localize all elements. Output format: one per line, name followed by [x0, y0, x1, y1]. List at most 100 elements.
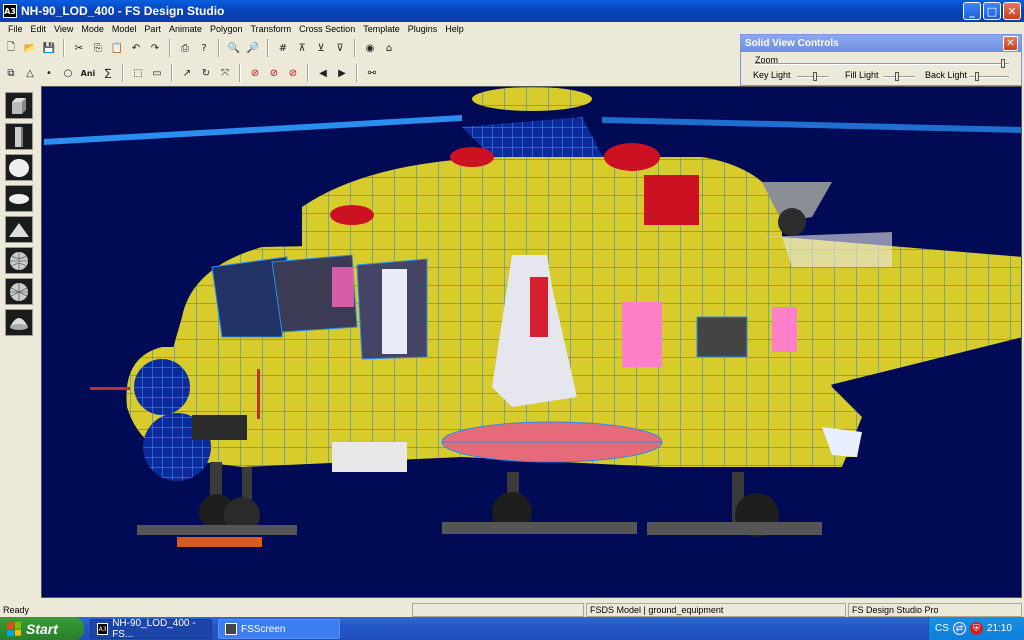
maximize-button[interactable]: □ [983, 2, 1001, 20]
toolbar-separator [267, 39, 269, 57]
menu-view[interactable]: View [50, 24, 77, 34]
taskbar-item-fsscreen[interactable]: FSScreen [218, 619, 340, 639]
key-light-slider-thumb[interactable] [813, 72, 817, 81]
no-select-icon[interactable]: ⊘ [246, 64, 264, 82]
start-label: Start [26, 620, 58, 637]
axis-z-icon[interactable]: ⊽ [331, 39, 349, 57]
language-indicator[interactable]: CS [935, 623, 949, 634]
fill-light-label: Fill Light [845, 70, 879, 80]
zoom-slider-thumb[interactable] [1001, 59, 1005, 68]
ruler-icon[interactable]: ▭ [148, 64, 166, 82]
cube-icon[interactable] [5, 92, 33, 119]
toolbar-separator [239, 64, 241, 82]
helicopter-model [44, 87, 1021, 547]
ellipsoid-icon[interactable] [5, 185, 33, 212]
toolbar-separator [354, 39, 356, 57]
menu-template[interactable]: Template [359, 24, 404, 34]
fill-light-slider-thumb[interactable] [895, 72, 899, 81]
copy-icon[interactable]: ⎘ [89, 39, 107, 57]
windows-taskbar: Start A3 NH-90_LOD_400 - FS... FSScreen … [0, 617, 1024, 640]
box-tall-icon[interactable] [5, 123, 33, 150]
fsds-app-icon: A3 [97, 623, 109, 635]
toolbar-separator [356, 64, 358, 82]
menu-transform[interactable]: Transform [247, 24, 296, 34]
no-part-icon[interactable]: ⊘ [284, 64, 302, 82]
menu-part[interactable]: Part [140, 24, 165, 34]
toolbar-separator [122, 64, 124, 82]
back-light-slider[interactable] [969, 72, 1009, 81]
key-light-slider[interactable] [797, 72, 829, 81]
minimize-button[interactable]: _ [963, 2, 981, 20]
open-folder-icon[interactable]: 📂 [21, 39, 39, 57]
sphere-icon[interactable] [5, 154, 33, 181]
cut-icon[interactable]: ✂ [70, 39, 88, 57]
toolbar-separator [218, 39, 220, 57]
taskbar-item-fsds[interactable]: A3 NH-90_LOD_400 - FS... [90, 618, 212, 640]
taskbar-item-label: NH-90_LOD_400 - FS... [112, 618, 196, 640]
menu-model[interactable]: Model [108, 24, 141, 34]
rotor-hub [472, 87, 592, 111]
menu-mode[interactable]: Mode [77, 24, 108, 34]
toolbar-separator [169, 39, 171, 57]
animation-button[interactable]: Ani [78, 64, 98, 82]
tow-bar [177, 537, 262, 547]
menu-plugins[interactable]: Plugins [404, 24, 442, 34]
menu-edit[interactable]: Edit [27, 24, 51, 34]
menu-polygon[interactable]: Polygon [206, 24, 247, 34]
geosphere-icon[interactable] [5, 247, 33, 274]
nose-radome [134, 359, 190, 415]
binoculars-icon[interactable]: ⚯ [363, 64, 381, 82]
start-button[interactable]: Start [0, 617, 84, 640]
zoom-in-icon[interactable]: 🔍 [225, 39, 243, 57]
scale-icon[interactable]: ⤧ [216, 64, 234, 82]
redo-icon[interactable]: ↷ [146, 39, 164, 57]
primitives-toolbar [0, 88, 38, 596]
system-tray: CS ⇄ ⛨ 21:10 [928, 617, 1024, 640]
previous-icon[interactable]: ◀ [314, 64, 332, 82]
axis-x-icon[interactable]: ⊼ [293, 39, 311, 57]
menu-help[interactable]: Help [441, 24, 468, 34]
copy-frame-icon[interactable]: ⧉ [2, 64, 20, 82]
security-shield-icon[interactable]: ⛨ [969, 622, 983, 635]
panel-close-button[interactable]: ✕ [1003, 36, 1018, 51]
no-polygon-icon[interactable]: ⊘ [265, 64, 283, 82]
hemisphere-icon[interactable] [5, 309, 33, 336]
close-button[interactable]: ✕ [1003, 2, 1021, 20]
rotate-icon[interactable]: ↻ [197, 64, 215, 82]
save-icon[interactable]: 💾 [40, 39, 58, 57]
move-icon[interactable]: ↗ [178, 64, 196, 82]
triangle-icon[interactable]: △ [21, 64, 39, 82]
undo-icon[interactable]: ↶ [127, 39, 145, 57]
menu-file[interactable]: File [4, 24, 27, 34]
key-light-label: Key Light [753, 70, 791, 80]
view-eye-icon[interactable]: ◉ [361, 39, 379, 57]
cone-icon[interactable] [5, 216, 33, 243]
zoom-out-icon[interactable]: 🔎 [244, 39, 262, 57]
solid-view-controls-panel: Solid View Controls ✕ Zoom Key Light Fil… [740, 34, 1022, 86]
taskbar-item-label: FSScreen [241, 623, 286, 635]
back-light-slider-thumb[interactable] [975, 72, 979, 81]
print-icon[interactable]: ⎙ [176, 39, 194, 57]
menu-animate[interactable]: Animate [165, 24, 206, 34]
help-icon[interactable]: ? [195, 39, 213, 57]
menu-cross-section[interactable]: Cross Section [295, 24, 359, 34]
fill-light-slider[interactable] [883, 72, 915, 81]
3d-viewport[interactable] [41, 86, 1022, 598]
circle-icon[interactable]: ○ [59, 64, 77, 82]
home-view-icon[interactable]: ⌂ [380, 39, 398, 57]
point-icon[interactable]: • [40, 64, 58, 82]
status-bar: Ready FSDS Model | ground_equipment FS D… [0, 602, 1024, 617]
axis-y-icon[interactable]: ⊻ [312, 39, 330, 57]
zoom-slider[interactable] [755, 59, 1009, 68]
back-light-label: Back Light [925, 70, 968, 80]
next-icon[interactable]: ▶ [333, 64, 351, 82]
grid-icon[interactable]: # [274, 39, 292, 57]
new-file-icon[interactable]: 🗋 [2, 39, 20, 57]
select-box-icon[interactable]: ⬚ [129, 64, 147, 82]
edit-toolbar: ⧉ △ • ○ Ani ∑ ⬚ ▭ ↗ ↻ ⤧ ⊘ ⊘ ⊘ ◀ ▶ ⚯ [2, 62, 381, 84]
geosphere-fine-icon[interactable] [5, 278, 33, 305]
paste-icon[interactable]: 📋 [108, 39, 126, 57]
network-icon[interactable]: ⇄ [952, 622, 966, 635]
sum-icon[interactable]: ∑ [99, 64, 117, 82]
toolbar-separator [307, 64, 309, 82]
